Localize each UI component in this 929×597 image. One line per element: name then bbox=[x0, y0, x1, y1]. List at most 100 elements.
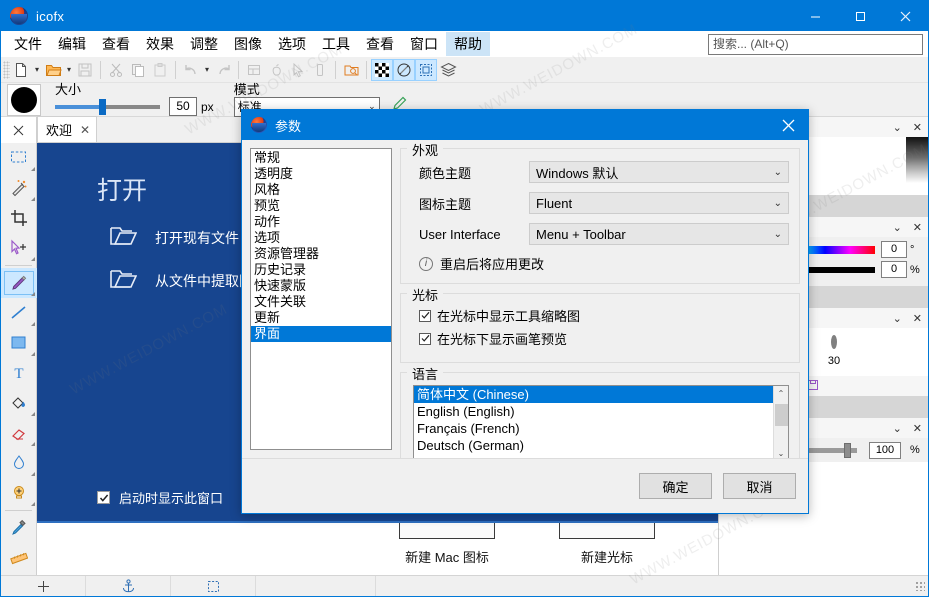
category-quick-mask[interactable]: 快速蒙版 bbox=[251, 278, 391, 294]
undo-dropdown-icon[interactable]: ▾ bbox=[202, 59, 212, 81]
settings-category-list[interactable]: 常规 透明度 风格 预览 动作 选项 资源管理器 历史记录 快速蒙版 文件关联 … bbox=[250, 148, 392, 450]
category-explorer[interactable]: 资源管理器 bbox=[251, 246, 391, 262]
close-icon[interactable]: ✕ bbox=[913, 422, 922, 435]
minimize-button[interactable] bbox=[793, 1, 838, 31]
crop-tool-icon[interactable] bbox=[1, 203, 37, 233]
cursor-icon[interactable] bbox=[287, 59, 309, 81]
category-transparency[interactable]: 透明度 bbox=[251, 166, 391, 182]
menu-item-help[interactable]: 帮助 bbox=[446, 32, 490, 56]
close-icon[interactable]: ✕ bbox=[913, 312, 922, 325]
scrollbar-thumb[interactable] bbox=[774, 404, 788, 426]
paste-icon[interactable] bbox=[149, 59, 171, 81]
ok-button[interactable]: 确定 bbox=[639, 473, 712, 499]
open-folder-icon[interactable] bbox=[42, 59, 64, 81]
layers-stack-icon[interactable] bbox=[437, 59, 459, 81]
magic-wand-tool-icon[interactable] bbox=[1, 173, 37, 203]
language-item-english[interactable]: English (English) bbox=[414, 403, 788, 420]
menu-item-effects[interactable]: 效果 bbox=[138, 32, 182, 56]
copy-icon[interactable] bbox=[127, 59, 149, 81]
language-item-chinese[interactable]: 简体中文 (Chinese) bbox=[414, 386, 773, 403]
show-brush-preview-checkbox[interactable] bbox=[419, 332, 431, 345]
cancel-button[interactable]: 取消 bbox=[723, 473, 796, 499]
rectangle-shape-tool-icon[interactable] bbox=[1, 328, 37, 358]
document-tab-welcome[interactable]: 欢迎 ✕ bbox=[37, 116, 98, 142]
layer-opacity-thumb[interactable] bbox=[844, 442, 851, 458]
category-style[interactable]: 风格 bbox=[251, 182, 391, 198]
new-file-icon[interactable] bbox=[10, 59, 32, 81]
cursor-option-row-2[interactable]: 在光标下显示画笔预览 bbox=[411, 329, 789, 348]
redo-icon[interactable] bbox=[212, 59, 234, 81]
resize-grip[interactable] bbox=[915, 581, 925, 591]
language-list[interactable]: 简体中文 (Chinese) English (English) Françai… bbox=[413, 385, 789, 461]
undo-icon[interactable] bbox=[180, 59, 202, 81]
brush-tool-icon[interactable] bbox=[1, 268, 37, 298]
save-icon[interactable] bbox=[74, 59, 96, 81]
close-icon[interactable]: ✕ bbox=[913, 221, 922, 234]
maximize-button[interactable] bbox=[838, 1, 883, 31]
show-tool-thumbnail-checkbox[interactable] bbox=[419, 309, 431, 322]
language-item-german[interactable]: Deutsch (German) bbox=[414, 437, 788, 454]
extract-icon[interactable] bbox=[340, 59, 362, 81]
close-button[interactable] bbox=[883, 1, 928, 31]
menu-item-options[interactable]: 选项 bbox=[270, 32, 314, 56]
startup-option-row[interactable]: 启动时显示此窗口 bbox=[97, 488, 223, 507]
category-actions[interactable]: 动作 bbox=[251, 214, 391, 230]
brush-preset[interactable]: 30 bbox=[811, 334, 857, 367]
new-mac-icon-card[interactable]: 新建 Mac 图标 bbox=[357, 523, 537, 566]
menu-item-view[interactable]: 查看 bbox=[94, 32, 138, 56]
dialog-close-button[interactable] bbox=[768, 110, 808, 140]
transparency-icon[interactable] bbox=[393, 58, 415, 81]
close-icon[interactable]: ✕ bbox=[913, 121, 922, 134]
rectangular-marquee-tool-icon[interactable] bbox=[1, 143, 37, 173]
toolbar-grip[interactable] bbox=[3, 60, 10, 79]
close-icon[interactable]: ✕ bbox=[80, 123, 90, 137]
menu-item-edit[interactable]: 编辑 bbox=[50, 32, 94, 56]
apple-icon[interactable] bbox=[265, 59, 287, 81]
search-input[interactable]: 搜索... (Alt+Q) bbox=[708, 34, 923, 55]
line-tool-icon[interactable] bbox=[1, 298, 37, 328]
layer-opacity-input[interactable]: 100 bbox=[869, 441, 901, 459]
blur-water-drop-tool-icon[interactable] bbox=[1, 448, 37, 478]
language-scrollbar[interactable]: ⌃ ⌄ bbox=[773, 386, 788, 460]
brush-size-input[interactable]: 50 bbox=[169, 97, 197, 116]
menu-item-view2[interactable]: 查看 bbox=[358, 32, 402, 56]
paint-bucket-tool-icon[interactable] bbox=[1, 388, 37, 418]
dodge-burn-tool-icon[interactable] bbox=[1, 478, 37, 508]
ruler-measure-tool-icon[interactable] bbox=[1, 543, 37, 573]
scroll-up-icon[interactable]: ⌃ bbox=[774, 386, 789, 400]
category-preview[interactable]: 预览 bbox=[251, 198, 391, 214]
icon-theme-select[interactable]: Fluent ⌄ bbox=[529, 192, 789, 214]
category-update[interactable]: 更新 bbox=[251, 310, 391, 326]
menu-item-window[interactable]: 窗口 bbox=[402, 32, 446, 56]
color-theme-select[interactable]: Windows 默认 ⌄ bbox=[529, 161, 789, 183]
hue-input[interactable]: 0 bbox=[881, 241, 907, 258]
selection-preview-icon[interactable] bbox=[415, 58, 437, 81]
menu-item-file[interactable]: 文件 bbox=[6, 32, 50, 56]
category-interface[interactable]: 界面 bbox=[251, 326, 391, 342]
chevron-down-icon[interactable]: ⌄ bbox=[893, 422, 902, 435]
category-general[interactable]: 常规 bbox=[251, 150, 391, 166]
chevron-down-icon[interactable]: ⌄ bbox=[893, 312, 902, 325]
brush-size-slider[interactable] bbox=[55, 98, 160, 115]
open-folder-dropdown-icon[interactable]: ▾ bbox=[64, 59, 74, 81]
eraser-tool-icon[interactable] bbox=[1, 418, 37, 448]
chevron-down-icon[interactable]: ⌄ bbox=[893, 121, 902, 134]
cut-icon[interactable] bbox=[105, 59, 127, 81]
brush-size-slider-thumb[interactable] bbox=[99, 98, 106, 115]
text-tool-icon[interactable]: T bbox=[1, 358, 37, 388]
chevron-down-icon[interactable]: ⌄ bbox=[893, 221, 902, 234]
category-file-association[interactable]: 文件关联 bbox=[251, 294, 391, 310]
windows-icon[interactable] bbox=[243, 59, 265, 81]
move-tool-icon[interactable] bbox=[1, 233, 37, 263]
cursor-option-row-1[interactable]: 在光标中显示工具缩略图 bbox=[411, 306, 789, 325]
startup-checkbox[interactable] bbox=[97, 491, 110, 504]
checkerboard-icon[interactable] bbox=[371, 58, 393, 81]
mobile-icon[interactable] bbox=[309, 59, 331, 81]
category-options[interactable]: 选项 bbox=[251, 230, 391, 246]
eyedropper-tool-icon[interactable] bbox=[1, 513, 37, 543]
new-file-dropdown-icon[interactable]: ▾ bbox=[32, 59, 42, 81]
tool-panel-close-button[interactable] bbox=[1, 117, 36, 143]
menu-item-image[interactable]: 图像 bbox=[226, 32, 270, 56]
language-item-french[interactable]: Français (French) bbox=[414, 420, 788, 437]
saturation-input[interactable]: 0 bbox=[881, 261, 907, 278]
